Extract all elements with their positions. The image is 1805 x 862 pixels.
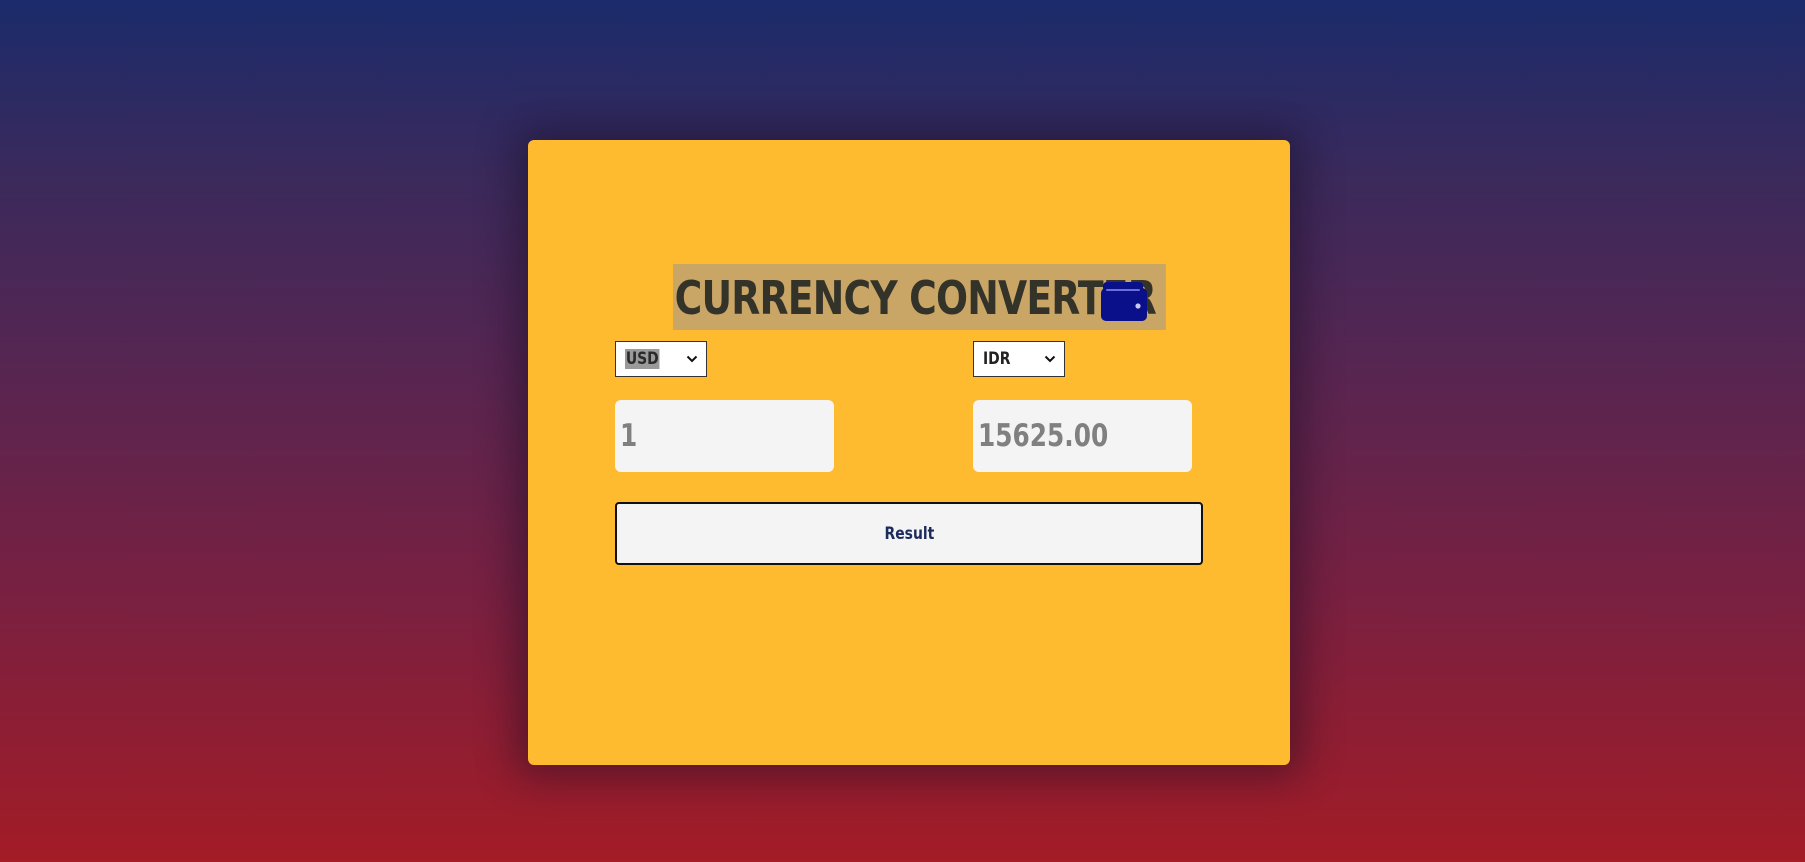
page-title: CURRENCY CONVERTER — [673, 264, 1166, 330]
chevron-down-icon — [686, 355, 698, 363]
from-amount-input[interactable]: 1 — [615, 400, 834, 472]
from-amount-value: 1 — [620, 418, 638, 454]
to-currency-select[interactable]: IDR — [973, 341, 1065, 377]
from-currency-value: USD — [625, 349, 660, 369]
chevron-down-icon — [1044, 355, 1056, 363]
to-currency-value: IDR — [983, 349, 1011, 369]
result-button[interactable]: Result — [615, 502, 1203, 565]
converter-card: CURRENCY CONVERTER USD IDR 1 15625.00 Re… — [528, 140, 1290, 765]
to-amount-input[interactable]: 15625.00 — [973, 400, 1192, 472]
from-currency-select[interactable]: USD — [615, 341, 707, 377]
result-button-label: Result — [884, 523, 934, 544]
to-amount-value: 15625.00 — [978, 418, 1109, 454]
title-row: CURRENCY CONVERTER — [673, 264, 1274, 330]
wallet-icon — [1101, 282, 1147, 321]
